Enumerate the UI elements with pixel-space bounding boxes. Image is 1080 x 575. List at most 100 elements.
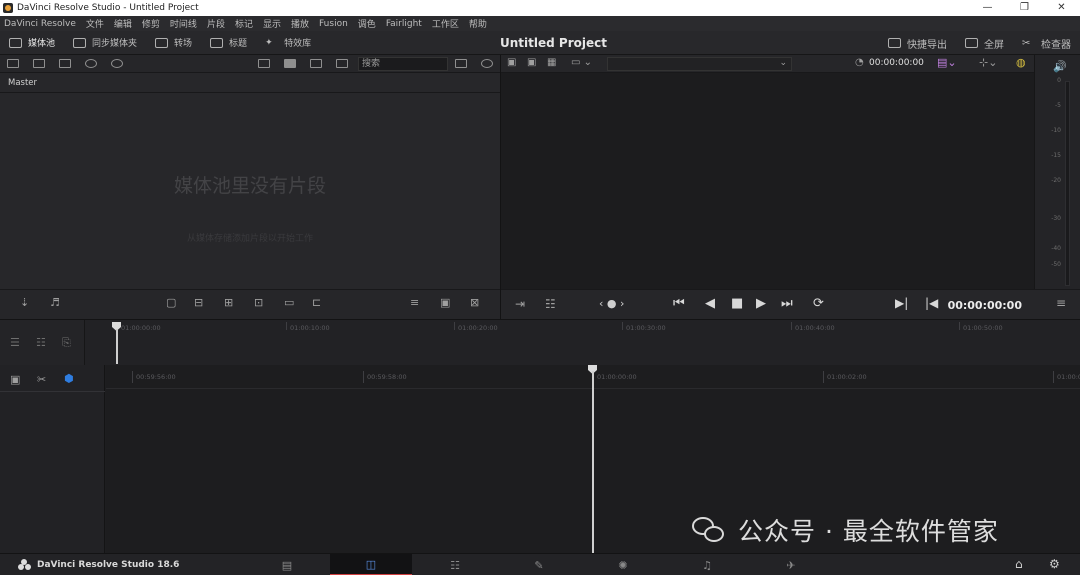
- jog-control-icon[interactable]: ‹ ● ›: [599, 297, 624, 310]
- overwrite-clip-icon[interactable]: ⊏: [312, 296, 321, 309]
- new-smart-bin-icon[interactable]: [59, 59, 71, 68]
- link-icon[interactable]: [111, 59, 123, 68]
- page-tab-fusion[interactable]: ✎: [498, 554, 580, 575]
- page-tab-cut[interactable]: ◫: [330, 554, 412, 575]
- inspector-button[interactable]: ✂ 检查器: [1013, 31, 1080, 55]
- razor-icon[interactable]: ✂: [37, 373, 46, 386]
- sort-icon[interactable]: [455, 59, 467, 68]
- menu-clip[interactable]: 片段: [207, 17, 225, 30]
- fullscreen-button[interactable]: 全屏: [956, 31, 1013, 55]
- ripple-overwrite-icon[interactable]: ▢: [166, 296, 176, 309]
- menu-mark[interactable]: 标记: [235, 17, 253, 30]
- menu-edit[interactable]: 编辑: [114, 17, 132, 30]
- insert-clip-icon[interactable]: ▭: [284, 296, 294, 309]
- transitions-button[interactable]: 转场: [146, 31, 201, 55]
- transitions-label: 转场: [174, 39, 193, 49]
- timeline-view-options-icon[interactable]: ▣: [10, 373, 20, 386]
- refresh-icon[interactable]: [85, 59, 97, 68]
- fullscreen-icon: [965, 38, 978, 48]
- master-bin-header[interactable]: Master: [0, 73, 500, 93]
- close-button[interactable]: ✕: [1043, 0, 1080, 16]
- ruler-label: 01:00:40:00: [795, 324, 835, 332]
- menu-timeline[interactable]: 时间线: [170, 17, 197, 30]
- menu-view[interactable]: 显示: [263, 17, 281, 30]
- thumbnail-view-icon[interactable]: [284, 59, 296, 68]
- home-icon[interactable]: ⌂: [1015, 557, 1023, 571]
- viewer-screen[interactable]: [501, 73, 1034, 289]
- options-menu-icon[interactable]: ≡: [1056, 296, 1066, 310]
- ruler-tick: [286, 322, 287, 330]
- zoom-dropdown-icon[interactable]: ▭ ⌄: [571, 57, 592, 68]
- stop-icon[interactable]: ■: [731, 296, 743, 311]
- media-pool-button[interactable]: 媒体池: [0, 31, 64, 55]
- page-tab-deliver[interactable]: ✈: [750, 554, 832, 575]
- audio-track-icon[interactable]: ☷: [36, 336, 46, 349]
- snapping-shield-icon[interactable]: ⬢: [64, 372, 74, 385]
- loop-icon[interactable]: [481, 59, 493, 68]
- playback-resolution-icon[interactable]: ▤⌄: [937, 56, 957, 69]
- sync-bin-button[interactable]: 同步媒体夹: [64, 31, 146, 55]
- trim-mode-icon[interactable]: ⇥: [515, 297, 525, 311]
- menu-davinci-resolve[interactable]: DaVinci Resolve: [4, 19, 76, 29]
- media-pool-area[interactable]: 媒体池里没有片段 从媒体存储添加片段以开始工作: [0, 93, 500, 289]
- page-tab-fairlight[interactable]: ♫: [666, 554, 748, 575]
- menu-workspace[interactable]: 工作区: [432, 17, 459, 30]
- go-to-start-icon[interactable]: ⏮: [673, 296, 685, 311]
- menu-bar: DaVinci Resolve 文件 编辑 修剪 时间线 片段 标记 显示 播放…: [0, 16, 1080, 31]
- menu-fairlight[interactable]: Fairlight: [386, 19, 422, 29]
- minimize-button[interactable]: —: [969, 0, 1006, 16]
- meter-track: [1065, 81, 1070, 286]
- timeline-overview[interactable]: ☰ ☷ ⎘ 01:00:00:00 01:00:10:00 01:00:20:0…: [0, 319, 1080, 366]
- clip-selector-dropdown[interactable]: ⌄: [607, 57, 792, 71]
- media-pool-search-input[interactable]: 搜索: [358, 57, 448, 71]
- transform-icon[interactable]: ⊹⌄: [979, 56, 997, 69]
- grid-icon[interactable]: ⊠: [470, 296, 479, 309]
- subtitle-track-icon[interactable]: ⎘: [62, 336, 71, 350]
- page-tab-media[interactable]: ▤: [246, 554, 328, 575]
- menu-help[interactable]: 帮助: [469, 17, 487, 30]
- loop-icon[interactable]: ⟳: [813, 296, 824, 311]
- filmstrip-view-icon[interactable]: [310, 59, 322, 68]
- transport-timecode[interactable]: 00:00:00:00: [948, 299, 1022, 312]
- go-to-end-icon[interactable]: ⏭: [781, 296, 793, 311]
- effects-button[interactable]: ✦ 特效库: [256, 31, 320, 55]
- watermark-text: 公众号 · 最全软件管家: [738, 517, 999, 546]
- menu-color[interactable]: 调色: [358, 17, 376, 30]
- play-reverse-icon[interactable]: ◀: [705, 296, 715, 311]
- place-on-top-icon[interactable]: ⊞: [224, 296, 233, 309]
- page-tab-edit[interactable]: ☷: [414, 554, 496, 575]
- dual-viewer-icon[interactable]: ▦: [547, 57, 556, 68]
- source-overwrite-icon[interactable]: ⊡: [254, 296, 263, 309]
- sliders-icon[interactable]: ☷: [545, 297, 556, 311]
- page-navigation-bar: DaVinci Resolve Studio 18.6 ▤ ◫ ☷ ✎ ✺ ♫ …: [0, 553, 1080, 575]
- ruler-tick: [454, 322, 455, 330]
- track-options-icon[interactable]: ☰: [10, 336, 20, 349]
- titles-button[interactable]: 标题: [201, 31, 256, 55]
- append-icon[interactable]: ♬: [50, 296, 60, 309]
- image-icon[interactable]: ▣: [440, 296, 450, 309]
- mark-in-icon[interactable]: ▶|: [895, 296, 908, 310]
- list-icon[interactable]: ≡: [410, 296, 419, 309]
- speaker-icon[interactable]: 🔊: [1053, 60, 1067, 73]
- new-bin-icon[interactable]: [33, 59, 45, 68]
- play-icon[interactable]: ▶: [756, 296, 766, 311]
- menu-file[interactable]: 文件: [86, 17, 104, 30]
- page-tab-color[interactable]: ✺: [582, 554, 664, 575]
- color-wheel-icon[interactable]: ◍: [1016, 56, 1026, 69]
- menu-playback[interactable]: 播放: [291, 17, 309, 30]
- source-viewer-icon[interactable]: ▣: [507, 57, 516, 68]
- metadata-view-icon[interactable]: [258, 59, 270, 68]
- mark-out-icon[interactable]: |◀: [925, 296, 938, 310]
- settings-gear-icon[interactable]: ⚙: [1049, 557, 1060, 571]
- menu-fusion[interactable]: Fusion: [319, 19, 348, 29]
- sidebar-toggle-icon[interactable]: [7, 59, 19, 68]
- list-view-icon[interactable]: [336, 59, 348, 68]
- quick-export-button[interactable]: 快捷导出: [879, 31, 956, 55]
- viewer-timecode[interactable]: 00:00:00:00: [869, 58, 924, 68]
- ruler-label: 01:00:50:00: [963, 324, 1003, 332]
- close-up-icon[interactable]: ⊟: [194, 296, 203, 309]
- menu-trim[interactable]: 修剪: [142, 17, 160, 30]
- timeline-viewer-icon[interactable]: ▣: [527, 57, 536, 68]
- smart-insert-icon[interactable]: ⇣: [20, 296, 29, 309]
- restore-button[interactable]: ❐: [1006, 0, 1043, 16]
